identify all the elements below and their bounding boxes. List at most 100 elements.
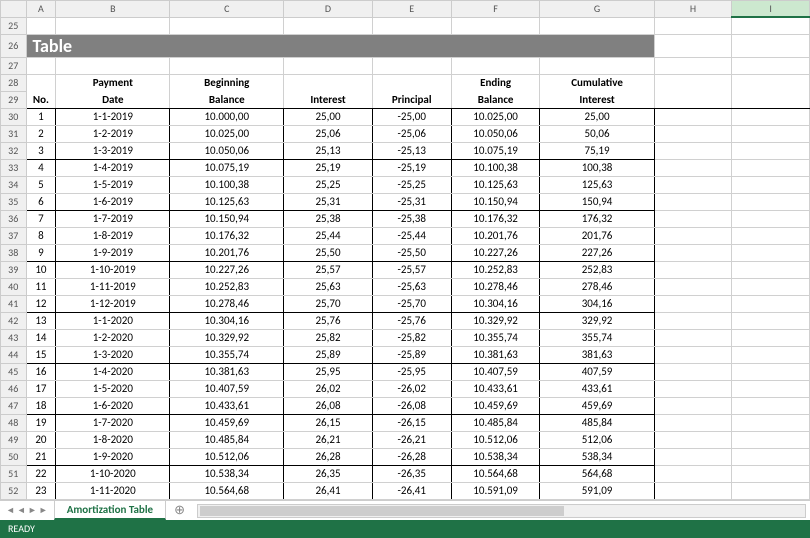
cell-no[interactable]: 17 <box>26 380 56 397</box>
cell-int[interactable]: 25,25 <box>284 176 372 193</box>
cell-beg[interactable]: 10.025,00 <box>170 125 284 142</box>
cell-beg[interactable]: 10.433,61 <box>170 397 284 414</box>
table-row[interactable]: 43141-2-202010.329,9225,82-25,8210.355,7… <box>1 329 810 346</box>
cell-beg[interactable]: 10.329,92 <box>170 329 284 346</box>
row-header[interactable]: 50 <box>1 448 27 465</box>
cell-end[interactable]: 10.075,19 <box>451 142 540 159</box>
row-header[interactable]: 30 <box>1 108 27 125</box>
cell-prin[interactable]: -26,41 <box>372 482 451 499</box>
cell-cum[interactable]: 564,68 <box>540 465 654 482</box>
table-row[interactable]: 46171-5-202010.407,5926,02-26,0210.433,6… <box>1 380 810 397</box>
cell-beg[interactable]: 10.075,19 <box>170 159 284 176</box>
table-row[interactable]: 3121-2-201910.025,0025,06-25,0610.050,06… <box>1 125 810 142</box>
cell-end[interactable]: 10.329,92 <box>451 312 540 329</box>
cell-beg[interactable]: 10.100,38 <box>170 176 284 193</box>
row-header[interactable]: 31 <box>1 125 27 142</box>
column-headers[interactable]: A B C D E F G H I <box>1 1 810 18</box>
cell-cum[interactable]: 227,26 <box>540 244 654 261</box>
cell-int[interactable]: 25,00 <box>284 108 372 125</box>
cell-prin[interactable]: -25,70 <box>372 295 451 312</box>
row-header[interactable]: 35 <box>1 193 27 210</box>
cell-cum[interactable]: 176,32 <box>540 210 654 227</box>
cell-prin[interactable]: -25,50 <box>372 244 451 261</box>
row-header[interactable]: 25 <box>1 17 27 34</box>
cell-no[interactable]: 10 <box>26 261 56 278</box>
cell-no[interactable]: 5 <box>26 176 56 193</box>
row-header[interactable]: 34 <box>1 176 27 193</box>
cell-int[interactable]: 26,35 <box>284 465 372 482</box>
table-row[interactable]: 52231-11-202010.564,6826,41-26,4110.591,… <box>1 482 810 499</box>
tab-prev-icon[interactable]: ◄ <box>17 505 26 516</box>
row-header[interactable]: 29 <box>1 91 27 108</box>
cell-beg[interactable]: 10.050,06 <box>170 142 284 159</box>
cell-beg[interactable]: 10.000,00 <box>170 108 284 125</box>
cell-int[interactable]: 25,31 <box>284 193 372 210</box>
table-row[interactable]: 45161-4-202010.381,6325,95-25,9510.407,5… <box>1 363 810 380</box>
cell-date[interactable]: 1-9-2020 <box>56 448 170 465</box>
row-header[interactable]: 27 <box>1 57 27 74</box>
cell-end[interactable]: 10.050,06 <box>451 125 540 142</box>
cell-int[interactable]: 26,15 <box>284 414 372 431</box>
cell-beg[interactable]: 10.150,94 <box>170 210 284 227</box>
cell-cum[interactable]: 25,00 <box>540 108 654 125</box>
cell-date[interactable]: 1-8-2020 <box>56 431 170 448</box>
cell-beg[interactable]: 10.252,83 <box>170 278 284 295</box>
cell-date[interactable]: 1-9-2019 <box>56 244 170 261</box>
cell-no[interactable]: 20 <box>26 431 56 448</box>
cell-end[interactable]: 10.355,74 <box>451 329 540 346</box>
scrollbar-thumb[interactable] <box>200 506 564 516</box>
cell-prin[interactable]: -26,02 <box>372 380 451 397</box>
cell-no[interactable]: 14 <box>26 329 56 346</box>
cell-end[interactable]: 10.433,61 <box>451 380 540 397</box>
cell-int[interactable]: 25,70 <box>284 295 372 312</box>
add-sheet-icon[interactable]: ⊕ <box>166 503 193 518</box>
cell-int[interactable]: 26,41 <box>284 482 372 499</box>
cell-cum[interactable]: 304,16 <box>540 295 654 312</box>
cell-prin[interactable]: -25,31 <box>372 193 451 210</box>
cell-prin[interactable]: -26,35 <box>372 465 451 482</box>
table-row[interactable]: 3231-3-201910.050,0625,13-25,1310.075,19… <box>1 142 810 159</box>
cell-int[interactable]: 25,95 <box>284 363 372 380</box>
cell-end[interactable]: 10.512,06 <box>451 431 540 448</box>
tab-last-icon[interactable]: ► <box>39 505 48 516</box>
table-row[interactable]: 39101-10-201910.227,2625,57-25,5710.252,… <box>1 261 810 278</box>
cell-end[interactable]: 10.407,59 <box>451 363 540 380</box>
cell-end[interactable]: 10.227,26 <box>451 244 540 261</box>
cell-int[interactable]: 25,38 <box>284 210 372 227</box>
cell-beg[interactable]: 10.485,84 <box>170 431 284 448</box>
cell-end[interactable]: 10.538,34 <box>451 448 540 465</box>
row-header[interactable]: 42 <box>1 312 27 329</box>
cell-date[interactable]: 1-3-2019 <box>56 142 170 159</box>
cell-date[interactable]: 1-8-2019 <box>56 227 170 244</box>
row-header[interactable]: 38 <box>1 244 27 261</box>
cell-date[interactable]: 1-11-2019 <box>56 278 170 295</box>
cell-prin[interactable]: -25,76 <box>372 312 451 329</box>
table-row[interactable]: 51221-10-202010.538,3426,35-26,3510.564,… <box>1 465 810 482</box>
col-header-D[interactable]: D <box>284 1 372 18</box>
sheet-tab-active[interactable]: Amortization Table <box>54 501 166 520</box>
row-header[interactable]: 39 <box>1 261 27 278</box>
cell-beg[interactable]: 10.125,63 <box>170 193 284 210</box>
cell-no[interactable]: 13 <box>26 312 56 329</box>
table-row[interactable]: 41121-12-201910.278,4625,70-25,7010.304,… <box>1 295 810 312</box>
cell-cum[interactable]: 150,94 <box>540 193 654 210</box>
spreadsheet-grid[interactable]: A B C D E F G H I 2526Table2728PaymentBe… <box>0 0 810 502</box>
cell-int[interactable]: 25,13 <box>284 142 372 159</box>
col-header-E[interactable]: E <box>372 1 451 18</box>
tab-first-icon[interactable]: ◄ <box>6 505 15 516</box>
table-row[interactable]: 47181-6-202010.433,6126,08-26,0810.459,6… <box>1 397 810 414</box>
table-row[interactable]: 3011-1-201910.000,0025,00-25,0010.025,00… <box>1 108 810 125</box>
cell-no[interactable]: 2 <box>26 125 56 142</box>
cell-cum[interactable]: 381,63 <box>540 346 654 363</box>
cell-int[interactable]: 25,76 <box>284 312 372 329</box>
cell-int[interactable]: 25,63 <box>284 278 372 295</box>
row-header[interactable]: 40 <box>1 278 27 295</box>
row-header[interactable]: 32 <box>1 142 27 159</box>
cell-date[interactable]: 1-12-2019 <box>56 295 170 312</box>
cell-int[interactable]: 26,02 <box>284 380 372 397</box>
cell-end[interactable]: 10.125,63 <box>451 176 540 193</box>
cell-prin[interactable]: -25,44 <box>372 227 451 244</box>
col-header-C[interactable]: C <box>170 1 284 18</box>
cell-end[interactable]: 10.150,94 <box>451 193 540 210</box>
cell-beg[interactable]: 10.459,69 <box>170 414 284 431</box>
